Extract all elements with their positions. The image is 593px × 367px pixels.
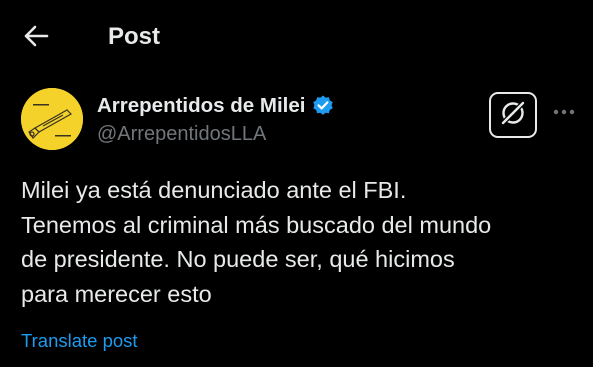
post-text-line: Tenemos al criminal más buscado del mund…: [21, 211, 492, 238]
post-text-line: Milei ya está denunciado ante el FBI.: [21, 177, 407, 203]
avatar-image: [21, 88, 83, 150]
author-name-row: Arrepentidos de Milei: [97, 92, 335, 120]
verified-badge-icon[interactable]: [311, 94, 335, 118]
post-text-line: de presidente. No puede ser, qué hicimos: [21, 246, 455, 272]
more-horizontal-icon: [552, 103, 576, 121]
grok-icon: [498, 98, 528, 133]
author-handle[interactable]: @ArrepentidosLLA: [97, 123, 335, 146]
page-title: Post: [108, 23, 161, 50]
post-text: Milei ya está denunciado ante el FBI. Te…: [21, 173, 581, 311]
post-text-line: para merecer esto: [21, 280, 212, 307]
more-options-button[interactable]: [549, 100, 579, 124]
author-block: Arrepentidos de Milei @ArrepentidosLLA: [97, 92, 335, 146]
author-name[interactable]: Arrepentidos de Milei: [97, 94, 305, 118]
avatar[interactable]: [21, 88, 83, 150]
grok-button[interactable]: [489, 92, 537, 138]
page-header: Post: [0, 0, 593, 76]
arrow-left-icon: [23, 25, 49, 52]
translate-post-link[interactable]: Translate post: [21, 330, 138, 352]
back-button[interactable]: [14, 18, 58, 58]
